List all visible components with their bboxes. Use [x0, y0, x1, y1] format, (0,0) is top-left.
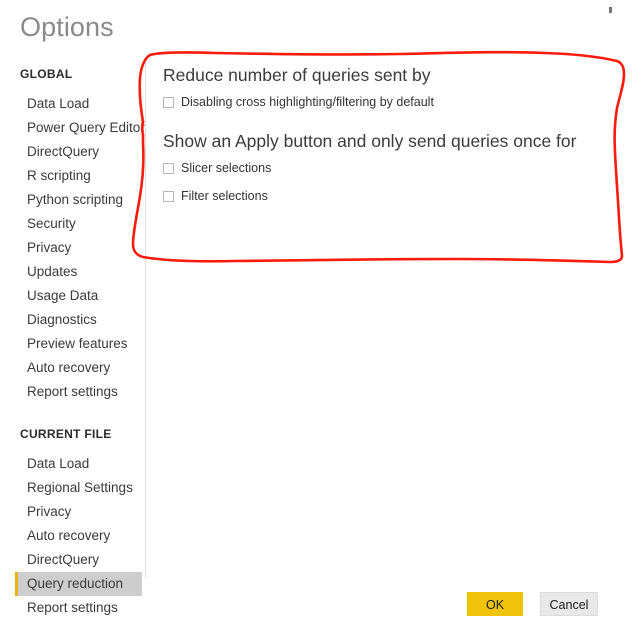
- sidebar-item-global-data-load[interactable]: Data Load: [0, 92, 145, 116]
- cancel-button[interactable]: Cancel: [540, 592, 598, 616]
- sidebar-item-current-auto-recovery[interactable]: Auto recovery: [0, 524, 145, 548]
- sidebar-item-global-security[interactable]: Security: [0, 212, 145, 236]
- screen-artifact-speck: [609, 7, 612, 13]
- nav-group-label-current-file: CURRENT FILE: [20, 427, 112, 441]
- checkbox-icon-disable-cross-highlighting[interactable]: [163, 96, 174, 108]
- sidebar-item-global-directquery[interactable]: DirectQuery: [0, 140, 145, 164]
- ok-button[interactable]: OK: [467, 592, 523, 616]
- sidebar-item-current-regional-settings[interactable]: Regional Settings: [0, 476, 145, 500]
- sidebar-divider: [145, 57, 146, 578]
- page-title: Options: [20, 12, 114, 42]
- sidebar-item-current-privacy[interactable]: Privacy: [0, 500, 145, 524]
- checkbox-icon-slicer-selections[interactable]: [163, 162, 174, 174]
- sidebar-item-global-report-settings[interactable]: Report settings: [0, 380, 145, 404]
- query-reduction-settings-panel: Reduce number of queries sent by Disabli…: [163, 63, 623, 203]
- sidebar-item-global-usage-data[interactable]: Usage Data: [0, 284, 145, 308]
- sidebar-item-global-diagnostics[interactable]: Diagnostics: [0, 308, 145, 332]
- dialog-footer: OK Cancel: [0, 592, 644, 622]
- checkbox-row-slicer-selections[interactable]: Slicer selections: [163, 161, 623, 175]
- sidebar-item-current-directquery[interactable]: DirectQuery: [0, 548, 145, 572]
- sidebar-item-global-r-scripting[interactable]: R scripting: [0, 164, 145, 188]
- sidebar-item-global-preview-features[interactable]: Preview features: [0, 332, 145, 356]
- options-dialog: Options GLOBAL Data Load Power Query Edi…: [0, 0, 644, 642]
- checkbox-row-disable-cross-highlighting[interactable]: Disabling cross highlighting/filtering b…: [163, 95, 623, 109]
- checkbox-label-filter-selections: Filter selections: [181, 189, 268, 203]
- nav-group-label-global: GLOBAL: [20, 67, 73, 81]
- section-heading-apply-button: Show an Apply button and only send queri…: [163, 131, 577, 151]
- checkbox-label-slicer-selections: Slicer selections: [181, 161, 272, 175]
- sidebar-item-global-python-scripting[interactable]: Python scripting: [0, 188, 145, 212]
- section-heading-reduce-queries: Reduce number of queries sent by: [163, 65, 431, 85]
- checkbox-row-filter-selections[interactable]: Filter selections: [163, 189, 623, 203]
- options-sidebar: GLOBAL Data Load Power Query Editor Dire…: [0, 66, 145, 615]
- sidebar-item-global-power-query-editor[interactable]: Power Query Editor: [0, 116, 145, 140]
- checkbox-icon-filter-selections[interactable]: [163, 190, 174, 202]
- checkbox-label-disable-cross-highlighting: Disabling cross highlighting/filtering b…: [181, 95, 434, 109]
- sidebar-item-global-updates[interactable]: Updates: [0, 260, 145, 284]
- sidebar-item-current-data-load[interactable]: Data Load: [0, 452, 145, 476]
- sidebar-item-global-auto-recovery[interactable]: Auto recovery: [0, 356, 145, 380]
- sidebar-item-global-privacy[interactable]: Privacy: [0, 236, 145, 260]
